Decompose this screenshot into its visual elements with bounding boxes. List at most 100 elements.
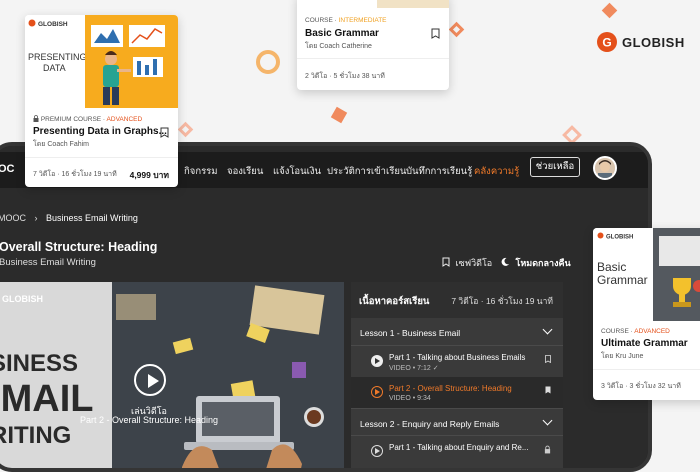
card-coach-name: Coach Catherine: [319, 43, 372, 50]
item-title: Part 1 - Talking about Enquiry and Re...: [389, 443, 529, 452]
nav-item-history[interactable]: ประวัติการเข้าเรียน: [327, 164, 406, 179]
play-circle-icon: [371, 386, 383, 398]
card-level: ADVANCED: [106, 116, 143, 123]
card-title[interactable]: Presenting Data in Graphs...: [33, 126, 167, 137]
card-badge-text: COURSE ·: [305, 17, 339, 24]
dark-mode-toggle[interactable]: โหมดกลางคืน: [500, 256, 571, 270]
help-button[interactable]: ช่วยเหลือ: [530, 157, 580, 177]
avatar-face-icon: [595, 158, 615, 178]
card-badge-text: COURSE ·: [601, 328, 635, 335]
trophy-illustration: [653, 228, 700, 321]
card-meta: 2 วิดีโอ · 5 ชั่วโมง 38 นาที: [305, 73, 385, 80]
moon-icon: [501, 257, 509, 266]
card-coach-name: Coach Fahim: [47, 141, 90, 148]
nav-item-payment[interactable]: แจ้งโอนเงิน: [273, 164, 321, 179]
lock-icon: [544, 445, 551, 454]
card-divider: [593, 369, 700, 370]
svg-text:GLOBISH: GLOBISH: [606, 235, 633, 241]
list-item[interactable]: Part 1 - Talking about Enquiry and Re...: [351, 436, 563, 467]
decor-square: [330, 106, 348, 124]
course-content-panel: เนื้อหาคอร์สเรียน 7 วิดีโอ · 16 ชั่วโมง …: [351, 282, 563, 468]
card-image-text: Grammar: [597, 273, 648, 287]
avatar[interactable]: [593, 156, 617, 180]
globish-logo-text: GLOBISH: [622, 35, 685, 50]
decor-square: [601, 2, 618, 19]
video-cover-line: RITING: [0, 422, 72, 449]
card-coach-name: Kru June: [615, 353, 644, 360]
card-image: GLOBISH GLOBISH Basic Grammar: [593, 228, 700, 321]
card-image-left: GLOBISH PRESENTING DATA: [25, 15, 87, 108]
panel-header: เนื้อหาคอร์สเรียน 7 วิดีโอ · 16 ชั่วโมง …: [351, 282, 563, 318]
save-video-button[interactable]: เซฟวิดีโอ: [442, 256, 492, 270]
globish-logo-icon: G: [597, 32, 617, 52]
nav-item-booking[interactable]: จองเรียน: [227, 164, 263, 179]
card-badge: COURSE · INTERMEDIATE: [305, 17, 387, 24]
section-lesson-1[interactable]: Lesson 1 - Business Email: [351, 318, 563, 346]
card-coach: โดย Kru June: [601, 351, 643, 362]
card-meta: 7 วิดีโอ · 16 ชั่วโมง 19 นาที: [33, 171, 117, 178]
svg-text:G: G: [602, 36, 611, 50]
item-meta: VIDEO • 9:34: [389, 395, 431, 402]
globish-mini-logo-icon: GLOBISH: [597, 232, 633, 241]
video-caption: Part 2 - Overall Structure: Heading: [79, 415, 219, 425]
bookmark-icon[interactable]: [160, 127, 169, 138]
course-card-ultimate-grammar[interactable]: GLOBISH GLOBISH Basic Grammar COURSE · A…: [593, 228, 700, 400]
dark-mode-label: โหมดกลางคืน: [515, 258, 571, 268]
panel-meta: 7 วิดีโอ · 16 ชั่วโมง 19 นาที: [451, 296, 553, 306]
play-circle-icon: [371, 445, 383, 457]
card-by: โดย: [305, 43, 318, 50]
section-title: Lesson 1 - Business Email: [360, 328, 461, 338]
card-price: 4,999 บาท: [129, 170, 169, 180]
save-video-label: เซฟวิดีโอ: [455, 258, 493, 268]
decor-diamond: [448, 21, 465, 38]
nav-item-library[interactable]: คลังความรู้: [474, 164, 519, 179]
item-title: Part 1 - Talking about Business Emails: [389, 353, 526, 362]
course-card-presenting-data[interactable]: GLOBISH PRESENTING DATA PREMIUM COURSE ·…: [25, 15, 178, 187]
card-badge: COURSE · ADVANCED: [601, 328, 670, 335]
chevron-down-icon: [542, 415, 553, 426]
lesson-title: Overall Structure: Heading: [0, 240, 158, 254]
card-level: ADVANCED: [634, 328, 670, 335]
card-image-text: GLOBISH: [594, 229, 599, 230]
list-item-active[interactable]: Part 2 - Overall Structure: Heading VIDE…: [351, 377, 563, 408]
nav-brand[interactable]: OC: [0, 163, 15, 175]
course-card-basic-grammar[interactable]: COURSE · INTERMEDIATE Basic Grammar โดย …: [297, 0, 449, 90]
chevron-down-icon: [542, 324, 553, 335]
lesson-course: Business Email Writing: [0, 257, 96, 268]
play-circle-icon: [371, 355, 383, 367]
card-coach: โดย Coach Fahim: [33, 139, 89, 150]
card-image-text: Basic: [597, 260, 627, 274]
item-title: Part 2 - Overall Structure: Heading: [389, 384, 512, 393]
bookmark-icon[interactable]: [545, 355, 551, 363]
card-badge-text: PREMIUM COURSE ·: [40, 116, 107, 123]
card-image: [377, 0, 449, 8]
bookmark-icon: [442, 257, 450, 267]
bookmark-filled-icon[interactable]: [545, 386, 551, 394]
card-meta: 3 วิดีโอ · 3 ชั่วโมง 32 นาที: [601, 383, 681, 390]
chevron-right-icon: ›: [34, 213, 38, 223]
card-image-text: DATA: [43, 63, 66, 73]
breadcrumb-current: Business Email Writing: [46, 213, 138, 223]
list-item[interactable]: Part 1 - Talking about Business Emails V…: [351, 346, 563, 377]
section-lesson-2[interactable]: Lesson 2 - Enquiry and Reply Emails: [351, 408, 563, 436]
decor-diamond: [177, 121, 194, 138]
card-image-text: PRESENTING: [28, 52, 87, 62]
card-image: GLOBISH PRESENTING DATA: [25, 15, 178, 108]
lock-icon: [33, 115, 39, 122]
svg-text:GLOBISH: GLOBISH: [38, 21, 68, 28]
breadcrumb-root[interactable]: MOOC: [0, 213, 26, 223]
card-title[interactable]: Basic Grammar: [305, 28, 379, 39]
bookmark-icon[interactable]: [431, 28, 440, 39]
play-icon[interactable]: [134, 364, 166, 396]
nav-item-notes[interactable]: บันทึกการเรียนรู้: [406, 164, 472, 179]
card-level: INTERMEDIATE: [338, 17, 387, 24]
card-divider: [25, 157, 178, 158]
video-cover-panel: SINESS -MAIL RITING: [0, 282, 112, 468]
video-player[interactable]: SINESS -MAIL RITING: [0, 282, 344, 468]
video-cover-line: SINESS: [0, 350, 79, 377]
card-coach: โดย Coach Catherine: [305, 41, 372, 52]
card-by: โดย: [33, 141, 46, 148]
nav-item-activity[interactable]: กิจกรรม: [184, 164, 218, 179]
app-screen: OC กิจกรรม จองเรียน แจ้งโอนเงิน ประวัติก…: [0, 146, 648, 468]
card-title[interactable]: Ultimate Grammar: [601, 338, 688, 349]
